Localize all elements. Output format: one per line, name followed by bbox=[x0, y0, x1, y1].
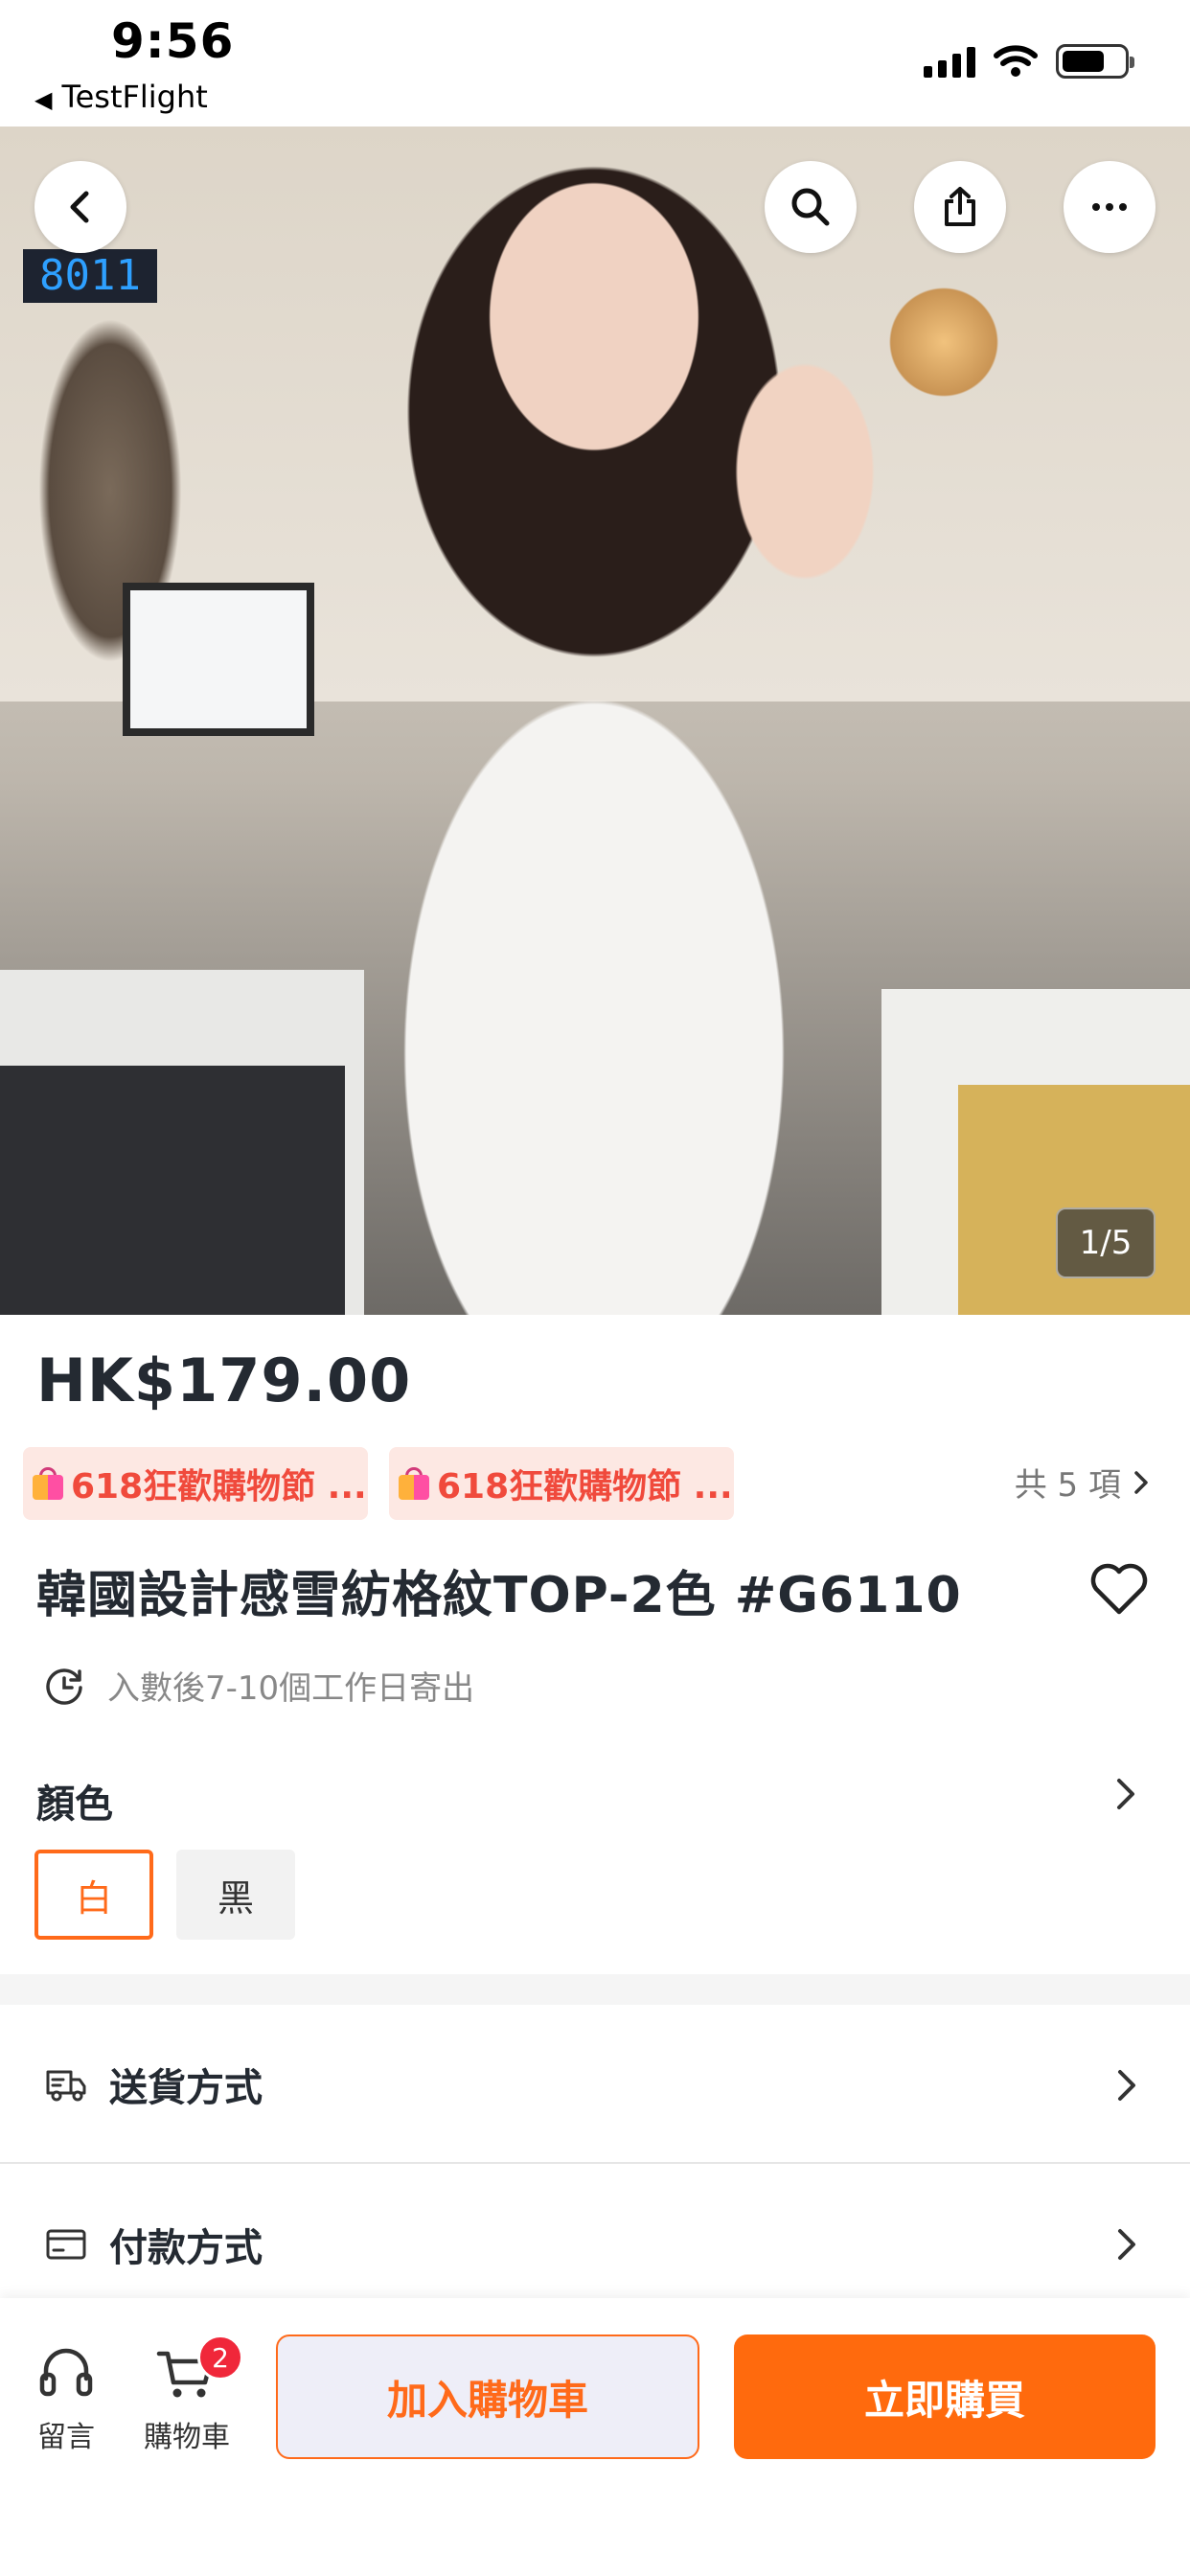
delivery-truck-icon bbox=[46, 2070, 86, 2102]
status-icons bbox=[924, 44, 1134, 79]
share-icon bbox=[945, 187, 975, 226]
promotion-label: 618狂歡購物節 ... bbox=[437, 1467, 733, 1506]
clock-icon bbox=[46, 1668, 82, 1705]
delivery-method-row[interactable]: 送貨方式 bbox=[0, 2007, 1190, 2164]
all-promotions-link[interactable]: 共 5 項 bbox=[1015, 1459, 1152, 1506]
share-button[interactable] bbox=[914, 161, 1006, 253]
product-title: 韓國設計感雪紡格紋TOP-2色 #G6110 bbox=[36, 1567, 962, 1624]
message-tab-label: 留言 bbox=[37, 2421, 95, 2454]
cart-tab-label: 購物車 bbox=[144, 2421, 230, 2454]
back-button[interactable] bbox=[34, 161, 126, 253]
pendant-lamp bbox=[881, 280, 1006, 404]
status-time: 9:56 bbox=[111, 13, 235, 69]
shipping-note-text: 入數後7-10個工作日寄出 bbox=[107, 1669, 475, 1708]
chevron-right-icon bbox=[1118, 2229, 1135, 2260]
promotion-count: 共 5 項 bbox=[1014, 1466, 1121, 1505]
shopping-bag-icon bbox=[399, 1467, 429, 1500]
more-icon bbox=[1092, 203, 1127, 211]
monitor bbox=[123, 583, 314, 736]
more-options-button[interactable] bbox=[1064, 161, 1156, 253]
message-tab[interactable]: 留言 bbox=[34, 2342, 98, 2455]
bottom-action-bar: 留言 2 購物車 加入購物車 立即購買 bbox=[0, 2298, 1190, 2576]
search-icon bbox=[791, 188, 830, 226]
product-image-carousel[interactable]: 8011 bbox=[0, 126, 1190, 1315]
status-bar: 9:56 ◀ TestFlight bbox=[0, 0, 1190, 126]
promotion-label: 618狂歡購物節 ... bbox=[71, 1467, 367, 1506]
delivery-method-label: 送貨方式 bbox=[109, 2066, 263, 2110]
model-photo bbox=[316, 126, 872, 1315]
chevron-right-icon[interactable] bbox=[1113, 1775, 1138, 1813]
color-option-white[interactable]: 白 bbox=[34, 1850, 153, 1940]
image-counter: 1/5 bbox=[1056, 1208, 1156, 1278]
shipping-note: 入數後7-10個工作日寄出 bbox=[42, 1662, 474, 1709]
payment-method-label: 付款方式 bbox=[109, 2226, 263, 2270]
product-price: HK$179.00 bbox=[36, 1346, 412, 1415]
color-option-black[interactable]: 黑 bbox=[176, 1850, 295, 1940]
cart-tab[interactable]: 2 購物車 bbox=[144, 2334, 243, 2455]
shopping-bag-icon bbox=[33, 1467, 63, 1500]
search-button[interactable] bbox=[765, 161, 857, 253]
chevron-right-icon bbox=[1118, 2070, 1135, 2101]
promotion-tag[interactable]: 618狂歡購物節 ... bbox=[23, 1447, 368, 1520]
chevron-right-icon bbox=[1134, 1470, 1148, 1494]
back-triangle-icon: ◀ bbox=[34, 86, 53, 113]
battery-icon bbox=[1056, 44, 1134, 79]
color-label: 顏色 bbox=[36, 1782, 113, 1827]
add-to-cart-button[interactable]: 加入購物車 bbox=[276, 2334, 699, 2459]
chevron-left-icon bbox=[70, 191, 89, 223]
promotion-tag[interactable]: 618狂歡購物節 ... bbox=[389, 1447, 734, 1520]
back-app-label: TestFlight bbox=[61, 79, 208, 115]
headset-icon bbox=[39, 2348, 93, 2397]
buy-now-button[interactable]: 立即購買 bbox=[734, 2334, 1156, 2459]
wall-clock: 8011 bbox=[23, 249, 157, 303]
cart-badge: 2 bbox=[197, 2334, 243, 2380]
wifi-icon bbox=[994, 45, 1038, 77]
cellular-signal-icon bbox=[924, 45, 975, 78]
testflight-back-link[interactable]: ◀ TestFlight bbox=[34, 79, 208, 115]
credit-card-icon bbox=[46, 2229, 86, 2260]
favorite-heart-icon[interactable] bbox=[1088, 1560, 1150, 1618]
section-divider bbox=[0, 1974, 1190, 2005]
